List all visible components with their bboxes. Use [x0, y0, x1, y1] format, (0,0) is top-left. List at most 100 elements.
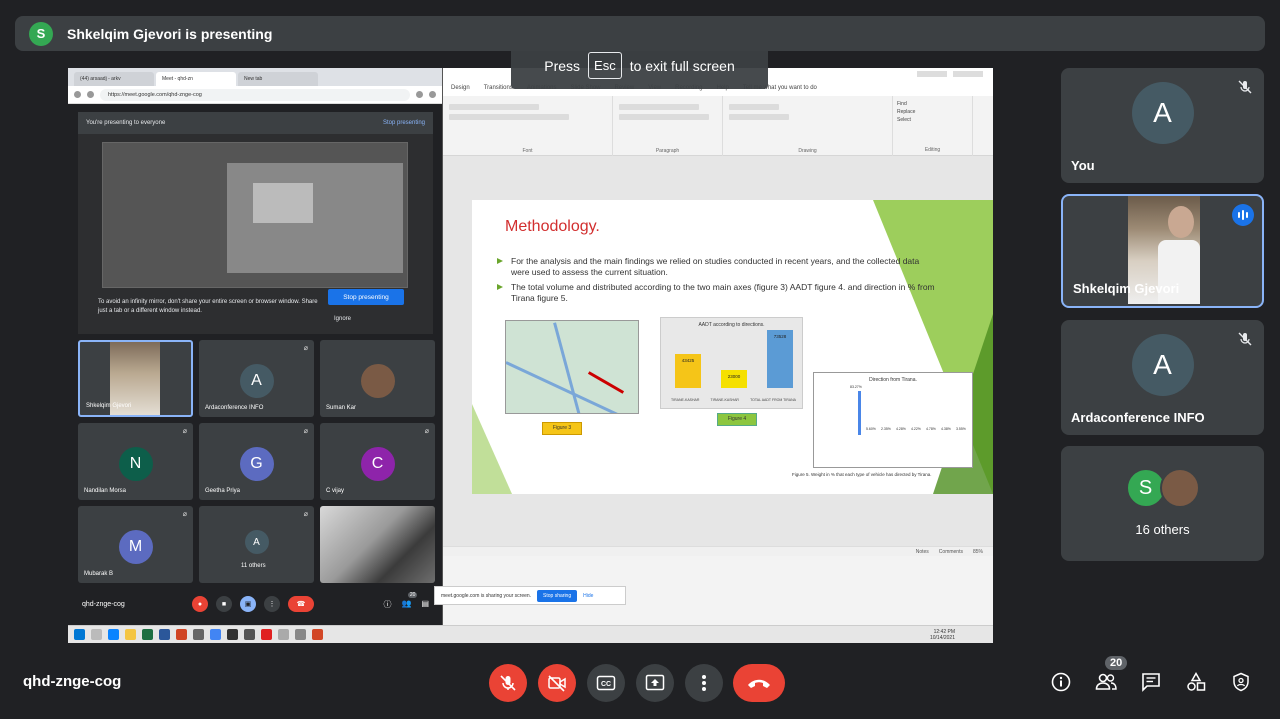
app-icon[interactable] — [176, 629, 187, 640]
back-icon[interactable] — [74, 91, 81, 98]
participant-tile-ardaconference[interactable]: A Ardaconference INFO — [1061, 320, 1264, 435]
mini-name: Shkelqim Gjevori — [86, 403, 132, 409]
ppt-group-drawing: Drawing — [723, 96, 893, 156]
mini-video — [320, 506, 435, 583]
mirror-warning: To avoid an infinity mirror, don't share… — [98, 299, 318, 314]
mini-present-icon[interactable]: ▣ — [240, 596, 256, 612]
captions-button[interactable]: CC — [587, 664, 625, 702]
presented-screen[interactable]: Design Transitions Animations Slide Show… — [68, 68, 993, 643]
aadt-title: AADT according to directions. — [698, 322, 765, 328]
aadt-bar: 43425 — [675, 354, 701, 388]
reload-icon[interactable] — [87, 91, 94, 98]
mini-chat-icon[interactable]: ▤ — [421, 599, 429, 610]
browser-window[interactable]: (44) arsaadj - arkv Meet - qhd-zn New ta… — [68, 68, 443, 643]
folder-icon[interactable] — [125, 629, 136, 640]
mini-avatar: A — [244, 530, 269, 554]
mic-off-icon — [1236, 330, 1254, 348]
camera-off-button[interactable] — [538, 664, 576, 702]
mini-info-icon[interactable]: ⓘ — [383, 599, 391, 610]
ppt-select[interactable]: Select — [897, 116, 968, 124]
mini-avatar: C — [360, 447, 395, 481]
extension-icon[interactable] — [416, 91, 423, 98]
mini-tile[interactable]: A ⌀ Ardaconference INFO — [199, 340, 314, 417]
app-icon[interactable] — [227, 629, 238, 640]
excel-icon[interactable] — [142, 629, 153, 640]
host-controls-icon[interactable] — [1229, 670, 1253, 694]
present-button[interactable] — [636, 664, 674, 702]
direction-value: 4.28% — [896, 427, 906, 431]
word-icon[interactable] — [159, 629, 170, 640]
browser-tab[interactable]: New tab — [238, 72, 318, 86]
participant-tile-others[interactable]: S 16 others — [1061, 446, 1264, 561]
figure-4-label: Figure 4 — [717, 413, 757, 426]
browser-tabs: (44) arsaadj - arkv Meet - qhd-zn New ta… — [68, 68, 442, 86]
meeting-info-icon[interactable] — [1049, 670, 1073, 694]
acrobat-icon[interactable] — [261, 629, 272, 640]
ppt-find[interactable]: Find — [897, 100, 968, 108]
app-icon[interactable] — [193, 629, 204, 640]
mic-off-icon: ⌀ — [303, 428, 308, 435]
ppt-tab[interactable]: Transitions — [484, 85, 513, 91]
participant-tile-presenter[interactable]: Shkelqim Gjevori — [1061, 194, 1264, 308]
profile-icon[interactable] — [429, 91, 436, 98]
mini-tile[interactable]: A ⌀ 11 others — [199, 506, 314, 583]
ppt-notes[interactable]: Notes — [916, 549, 929, 555]
stop-presenting-link[interactable]: Stop presenting — [383, 120, 425, 126]
mini-tile[interactable]: G ⌀ Geetha Priya — [199, 423, 314, 500]
stop-presenting-button[interactable]: Stop presenting — [328, 289, 404, 305]
mini-tile[interactable]: Shkelqim Gjevori — [78, 340, 193, 417]
ignore-button[interactable]: Ignore — [334, 316, 351, 322]
speaking-icon — [1232, 204, 1254, 226]
slide-bullet: The total volume and distributed accordi… — [497, 282, 937, 304]
browser-tab[interactable]: Meet - qhd-zn — [156, 72, 236, 86]
mic-off-icon: ⌀ — [182, 511, 187, 518]
app-icon[interactable] — [295, 629, 306, 640]
toast-press: Press — [544, 57, 581, 74]
mini-tile[interactable]: N ⌀ Nandilan Morsa — [78, 423, 193, 500]
mini-tile[interactable]: C ⌀ C vijay — [320, 423, 435, 500]
direction-value: 5.60% — [866, 427, 876, 431]
ppt-tab[interactable]: Design — [451, 85, 470, 91]
mini-self-video[interactable] — [320, 506, 435, 583]
mic-off-button[interactable] — [489, 664, 527, 702]
activities-icon[interactable] — [1184, 670, 1208, 694]
powerpoint-icon[interactable] — [312, 629, 323, 640]
participant-avatar: A — [1131, 82, 1194, 144]
ppt-group-font: Font — [443, 96, 613, 156]
ppt-replace[interactable]: Replace — [897, 108, 968, 116]
others-count: 16 others — [1135, 522, 1190, 537]
leave-call-button[interactable] — [733, 664, 785, 702]
participant-name: Ardaconference INFO — [1071, 410, 1205, 425]
participant-tile-you[interactable]: A You — [1061, 68, 1264, 183]
hide-button[interactable]: Hide — [583, 593, 593, 599]
mini-meeting-code: qhd-znge-cog — [82, 600, 125, 608]
app-icon[interactable] — [244, 629, 255, 640]
chat-icon[interactable] — [1139, 670, 1163, 694]
mini-more-icon[interactable]: ⋮ — [264, 596, 280, 612]
app-icon[interactable] — [278, 629, 289, 640]
more-options-button[interactable] — [685, 664, 723, 702]
edge-icon[interactable] — [108, 629, 119, 640]
mini-tile[interactable]: Suman Kar — [320, 340, 435, 417]
mini-people-icon[interactable]: 👥 20 — [401, 591, 418, 610]
windows-start-icon[interactable] — [74, 629, 85, 640]
people-icon[interactable] — [1094, 670, 1118, 694]
chrome-icon[interactable] — [210, 629, 221, 640]
browser-tab[interactable]: (44) arsaadj - arkv — [74, 72, 154, 86]
mini-camera-icon[interactable]: ■ — [216, 596, 232, 612]
mini-mic-icon[interactable]: ● — [192, 596, 208, 612]
stop-sharing-button[interactable]: Stop sharing — [537, 589, 578, 602]
aadt-bar: 73528 — [767, 330, 793, 388]
search-icon[interactable] — [91, 629, 102, 640]
ppt-zoom[interactable]: 85% — [973, 549, 983, 555]
direction-value: 4.38% — [941, 427, 951, 431]
mini-hangup-icon[interactable]: ☎ — [288, 596, 314, 612]
presenting-text: You're presenting to everyone — [86, 120, 166, 126]
figure-direction-chart: Direction from Tirana. 83.27% 5.60% 2.35… — [813, 372, 973, 468]
mini-name: 11 others — [241, 563, 266, 569]
mini-tile[interactable]: M ⌀ Mubarak B — [78, 506, 193, 583]
mini-avatar: A — [239, 364, 274, 398]
ppt-comments[interactable]: Comments — [939, 549, 963, 555]
url-field[interactable]: https://meet.google.com/qhd-znge-cog — [100, 88, 410, 101]
mini-name: Nandilan Morsa — [84, 488, 127, 494]
